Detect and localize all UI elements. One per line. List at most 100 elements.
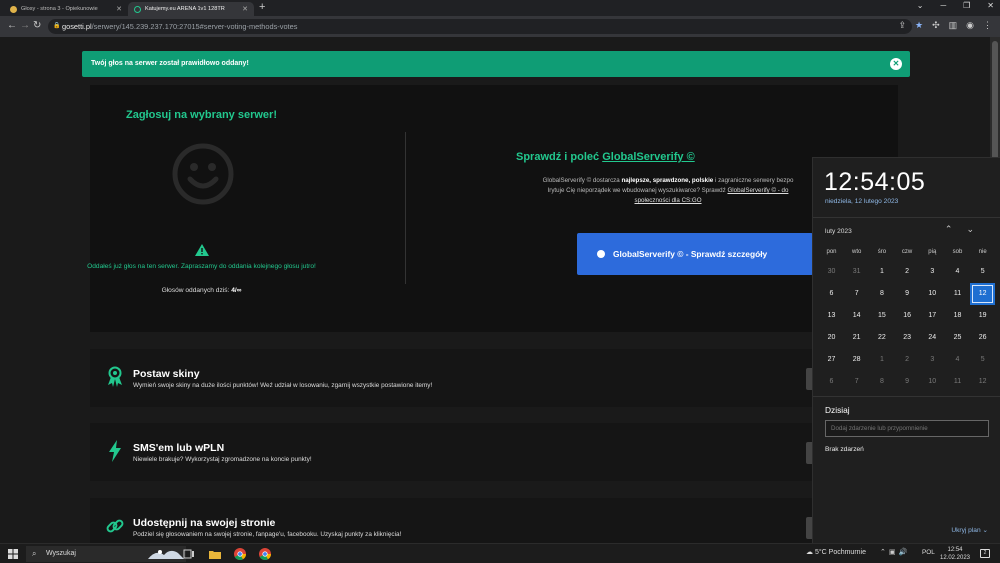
tab-active[interactable]: Katujemy.eu ARENA 1v1 128TR ✕: [128, 2, 254, 16]
calendar-day[interactable]: 19: [970, 305, 995, 327]
feature-udostepnij: Udostępnij na swojej stronie Podziel się…: [90, 498, 898, 543]
tab-title: Głosy - strona 3 - Opiekunowie: [21, 6, 98, 12]
back-icon[interactable]: ←: [7, 20, 17, 31]
new-tab-button[interactable]: +: [259, 1, 265, 13]
link-chain-icon: [106, 519, 124, 533]
minimize-icon[interactable]: ─: [940, 1, 946, 10]
calendar-day[interactable]: 23: [895, 327, 920, 349]
calendar-day[interactable]: 9: [895, 283, 920, 305]
calendar-day[interactable]: 21: [844, 327, 869, 349]
volume-icon[interactable]: 🔊: [899, 549, 911, 556]
calendar-day[interactable]: 10: [920, 371, 945, 393]
calendar-day[interactable]: 4: [945, 349, 970, 371]
calendar-day[interactable]: 7: [844, 283, 869, 305]
extensions-icon[interactable]: ✣: [932, 20, 940, 31]
menu-icon[interactable]: ⋮: [983, 20, 992, 31]
calendar-day[interactable]: 6: [819, 371, 844, 393]
language-indicator[interactable]: POL: [922, 549, 935, 556]
calendar-day[interactable]: 27: [819, 349, 844, 371]
gs-title-prefix: Sprawdź i poleć: [516, 151, 600, 163]
taskbar-search[interactable]: ⌕ Wyszukaj: [26, 546, 186, 562]
calendar-day[interactable]: 5: [970, 349, 995, 371]
calendar-day[interactable]: 9: [895, 371, 920, 393]
calendar-day[interactable]: 1: [869, 349, 894, 371]
network-icon[interactable]: ▣: [889, 549, 899, 556]
close-window-icon[interactable]: ✕: [987, 1, 994, 10]
calendar-day[interactable]: 16: [895, 305, 920, 327]
forward-icon[interactable]: →: [20, 20, 30, 31]
bookmark-star-icon[interactable]: ★: [915, 20, 923, 31]
calendar-day[interactable]: 25: [945, 327, 970, 349]
calendar-day[interactable]: 18: [945, 305, 970, 327]
calendar-day[interactable]: 12: [970, 371, 995, 393]
calendar-day[interactable]: 24: [920, 327, 945, 349]
calendar-day[interactable]: 22: [869, 327, 894, 349]
globalserverify-title: Sprawdź i poleć GlobalServerify ©: [516, 151, 695, 163]
flyout-date[interactable]: niedziela, 12 lutego 2023: [825, 198, 898, 205]
calendar-day[interactable]: 10: [920, 283, 945, 305]
weekday-header: sob: [952, 249, 963, 255]
show-hidden-icon[interactable]: ⌃: [880, 549, 889, 556]
calendar-day[interactable]: 7: [844, 371, 869, 393]
weekday-header: czw: [901, 249, 913, 255]
calendar-day[interactable]: 26: [970, 327, 995, 349]
gs-title-link[interactable]: GlobalServerify ©: [602, 151, 694, 163]
calendar-day[interactable]: 28: [844, 349, 869, 371]
calendar-day[interactable]: 2: [895, 261, 920, 283]
calendar-day[interactable]: 15: [869, 305, 894, 327]
month-nav: ⌃⌄: [945, 224, 988, 235]
profile-avatar-icon[interactable]: ◉: [966, 20, 974, 31]
chrome-icon[interactable]: [233, 547, 247, 561]
globalserverify-button[interactable]: GlobalServerify © - Sprawdź szczegóły: [577, 233, 813, 275]
notification-center-icon[interactable]: 2: [980, 549, 990, 558]
prev-month-icon[interactable]: ⌃: [945, 224, 967, 234]
calendar-day[interactable]: 4: [945, 261, 970, 283]
weather-widget[interactable]: ☁ 5°C Pochmurnie: [806, 548, 866, 556]
weekday-header: śro: [877, 249, 887, 255]
calendar-day[interactable]: 30: [819, 261, 844, 283]
taskbar-clock[interactable]: 12:54 12.02.2023: [938, 546, 972, 562]
hide-plan-link[interactable]: Ukryj plan ⌄: [951, 526, 988, 534]
calendar-day[interactable]: 1: [869, 261, 894, 283]
sidebar-icon[interactable]: ▥: [949, 20, 958, 31]
next-month-icon[interactable]: ⌄: [966, 224, 988, 234]
calendar-day[interactable]: 8: [869, 371, 894, 393]
calendar-day[interactable]: 17: [920, 305, 945, 327]
calendar-day[interactable]: 8: [869, 283, 894, 305]
calendar-day-today[interactable]: 12: [970, 283, 996, 305]
address-bar[interactable]: 🔒 gosetti.pl/serwery/145.239.237.170:270…: [48, 19, 912, 34]
calendar-day[interactable]: 11: [945, 371, 970, 393]
calendar-day[interactable]: 6: [819, 283, 844, 305]
calendar-day[interactable]: 31: [844, 261, 869, 283]
flyout-separator: [813, 217, 1000, 218]
tab-close-icon[interactable]: ✕: [116, 5, 122, 13]
smiley-icon: [172, 143, 234, 205]
reload-icon[interactable]: ↻: [33, 20, 41, 31]
calendar-day[interactable]: 5: [970, 261, 995, 283]
alert-text: Twój głos na serwer został prawidłowo od…: [91, 60, 249, 67]
warning-icon: [195, 244, 209, 256]
gs-desc-link[interactable]: społeczności dla CS:GO: [634, 197, 701, 204]
tab-inactive[interactable]: Głosy - strona 3 - Opiekunowie ✕: [4, 2, 128, 16]
windows-start-icon[interactable]: [8, 549, 18, 559]
share-icon[interactable]: ⇪: [898, 20, 906, 31]
restore-icon[interactable]: ❐: [963, 1, 970, 10]
calendar-day[interactable]: 3: [920, 349, 945, 371]
calendar-day[interactable]: 3: [920, 261, 945, 283]
calendar-month-label[interactable]: luty 2023: [825, 228, 852, 235]
task-view-icon[interactable]: [182, 547, 196, 561]
gs-desc-link[interactable]: GlobalServerify © - do: [727, 187, 788, 194]
chrome-active-icon[interactable]: [258, 547, 272, 561]
gs-desc-bold: najlepsze, sprawdzone, polskie: [621, 177, 714, 184]
calendar-day[interactable]: 2: [895, 349, 920, 371]
alert-close-icon[interactable]: ✕: [890, 58, 902, 70]
calendar-day[interactable]: 14: [844, 305, 869, 327]
calendar-day[interactable]: 13: [819, 305, 844, 327]
add-event-input[interactable]: [825, 420, 989, 437]
calendar-day[interactable]: 20: [819, 327, 844, 349]
file-explorer-icon[interactable]: [208, 547, 222, 561]
calendar-day[interactable]: 11: [945, 283, 970, 305]
search-highlight-art-icon: [148, 550, 184, 559]
tab-search-icon[interactable]: ⌄: [917, 1, 924, 10]
tab-close-icon[interactable]: ✕: [242, 5, 248, 13]
